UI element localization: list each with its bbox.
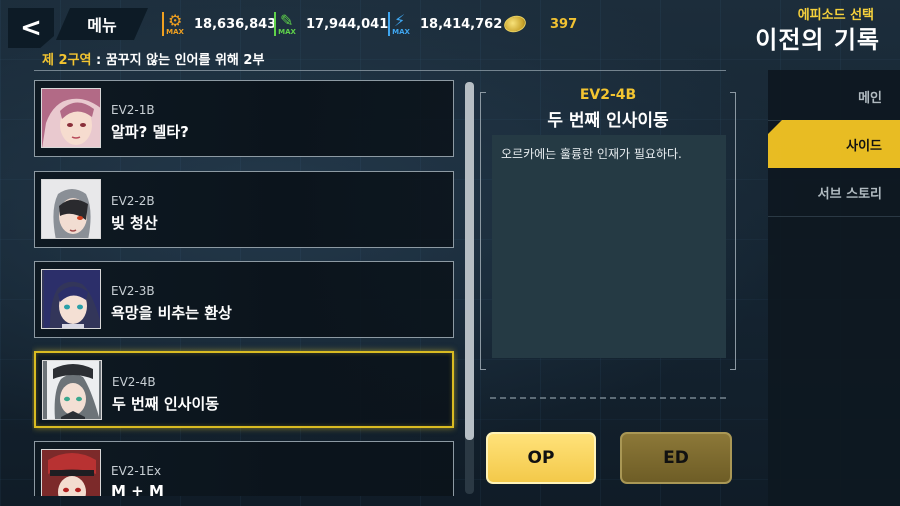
ed-button[interactable]: ED [620, 432, 732, 484]
scrollbar-thumb[interactable] [465, 82, 474, 440]
episode-name: M + M [111, 482, 164, 496]
panel-bracket-right [730, 92, 736, 370]
episode-name: 욕망을 비추는 환상 [111, 304, 232, 322]
character-portrait [41, 88, 101, 148]
episode-code: EV2-1Ex [111, 464, 162, 478]
episode-detail-panel: EV2-4B 두 번째 인사이동 오르카에는 훌륭한 인재가 필요하다. [480, 87, 736, 374]
back-button[interactable]: < [8, 8, 54, 48]
episode-item[interactable]: EV2-1Ex M + M [34, 441, 454, 496]
resource-value: 17,944,041 [306, 16, 389, 32]
resource-parts: ⚙ MAX 18,636,843 [162, 12, 276, 36]
max-badge: MAX [392, 28, 410, 36]
tab-label: 사이드 [846, 138, 882, 154]
character-portrait [41, 269, 101, 329]
op-button[interactable]: OP [486, 432, 596, 484]
story-type-tabs: 메인 사이드 서브 스토리 [768, 70, 900, 506]
resource-value: 18,636,843 [194, 16, 277, 32]
episode-code: EV2-2B [111, 194, 155, 208]
tab-side[interactable]: 사이드 [768, 120, 900, 168]
episode-list[interactable]: EV2-1B 알파? 델타? EV2-2B 빚 청산 EV2-3B 욕망을 비추… [32, 80, 458, 496]
op-button-label: OP [527, 448, 555, 468]
episode-name: 빚 청산 [111, 214, 158, 232]
dashed-divider [490, 397, 726, 399]
wrench-icon: ✎ MAX [274, 12, 298, 36]
episode-item[interactable]: EV2-1B 알파? 델타? [34, 80, 454, 157]
back-arrow-icon: < [20, 13, 42, 43]
character-portrait [41, 449, 101, 496]
menu-button[interactable]: 메뉴 [56, 8, 148, 40]
tab-label: 서브 스토리 [817, 186, 882, 202]
menu-label: 메뉴 [87, 16, 117, 35]
episode-code: EV2-1B [111, 103, 155, 117]
description-box: 오르카에는 훌륭한 인재가 필요하다. [492, 135, 726, 358]
resource-value: 397 [550, 16, 578, 32]
page-title: 이전의 기록 [755, 26, 880, 54]
gear-icon: ⚙ MAX [162, 12, 186, 36]
detail-episode-title: 두 번째 인사이동 [547, 111, 669, 131]
top-bar: < 메뉴 ⚙ MAX 18,636,843 ✎ MAX 17,944,041 ⚡… [0, 0, 900, 54]
divider [34, 70, 726, 71]
zone-separator: : [91, 53, 106, 68]
episode-code: EV2-4B [112, 375, 156, 389]
tab-main[interactable]: 메인 [768, 72, 900, 120]
character-portrait [41, 179, 101, 239]
max-badge: MAX [278, 28, 296, 36]
lightning-icon: ⚡ MAX [388, 12, 412, 36]
coin-icon [502, 13, 528, 35]
episode-name: 두 번째 인사이동 [112, 395, 220, 413]
max-badge: MAX [166, 28, 184, 36]
episode-item[interactable]: EV2-2B 빚 청산 [34, 171, 454, 248]
character-portrait [42, 360, 102, 420]
resource-coin: 397 [502, 12, 578, 36]
episode-name: 알파? 델타? [111, 123, 189, 141]
ed-button-label: ED [663, 448, 689, 468]
episode-item[interactable]: EV2-3B 욕망을 비추는 환상 [34, 261, 454, 338]
tab-sub-story[interactable]: 서브 스토리 [768, 168, 900, 216]
tab-divider [768, 216, 900, 217]
resource-power: ⚡ MAX 18,414,762 [388, 12, 502, 36]
panel-bracket-left [480, 92, 486, 370]
episode-description: 오르카에는 훌륭한 인재가 필요하다. [501, 147, 682, 161]
list-scrollbar[interactable] [465, 82, 474, 494]
zone-name: 꿈꾸지 않는 인어를 위해 2부 [105, 53, 265, 68]
tab-label: 메인 [858, 90, 882, 106]
zone-subtitle: 제 2구역 : 꿈꾸지 않는 인어를 위해 2부 [42, 49, 264, 68]
resource-value: 18,414,762 [420, 16, 503, 32]
episode-code: EV2-3B [111, 284, 155, 298]
detail-episode-code: EV2-4B [579, 87, 637, 103]
resource-nutrients: ✎ MAX 17,944,041 [274, 12, 388, 36]
episode-item-selected[interactable]: EV2-4B 두 번째 인사이동 [34, 351, 454, 428]
zone-number: 제 2구역 [42, 53, 92, 68]
